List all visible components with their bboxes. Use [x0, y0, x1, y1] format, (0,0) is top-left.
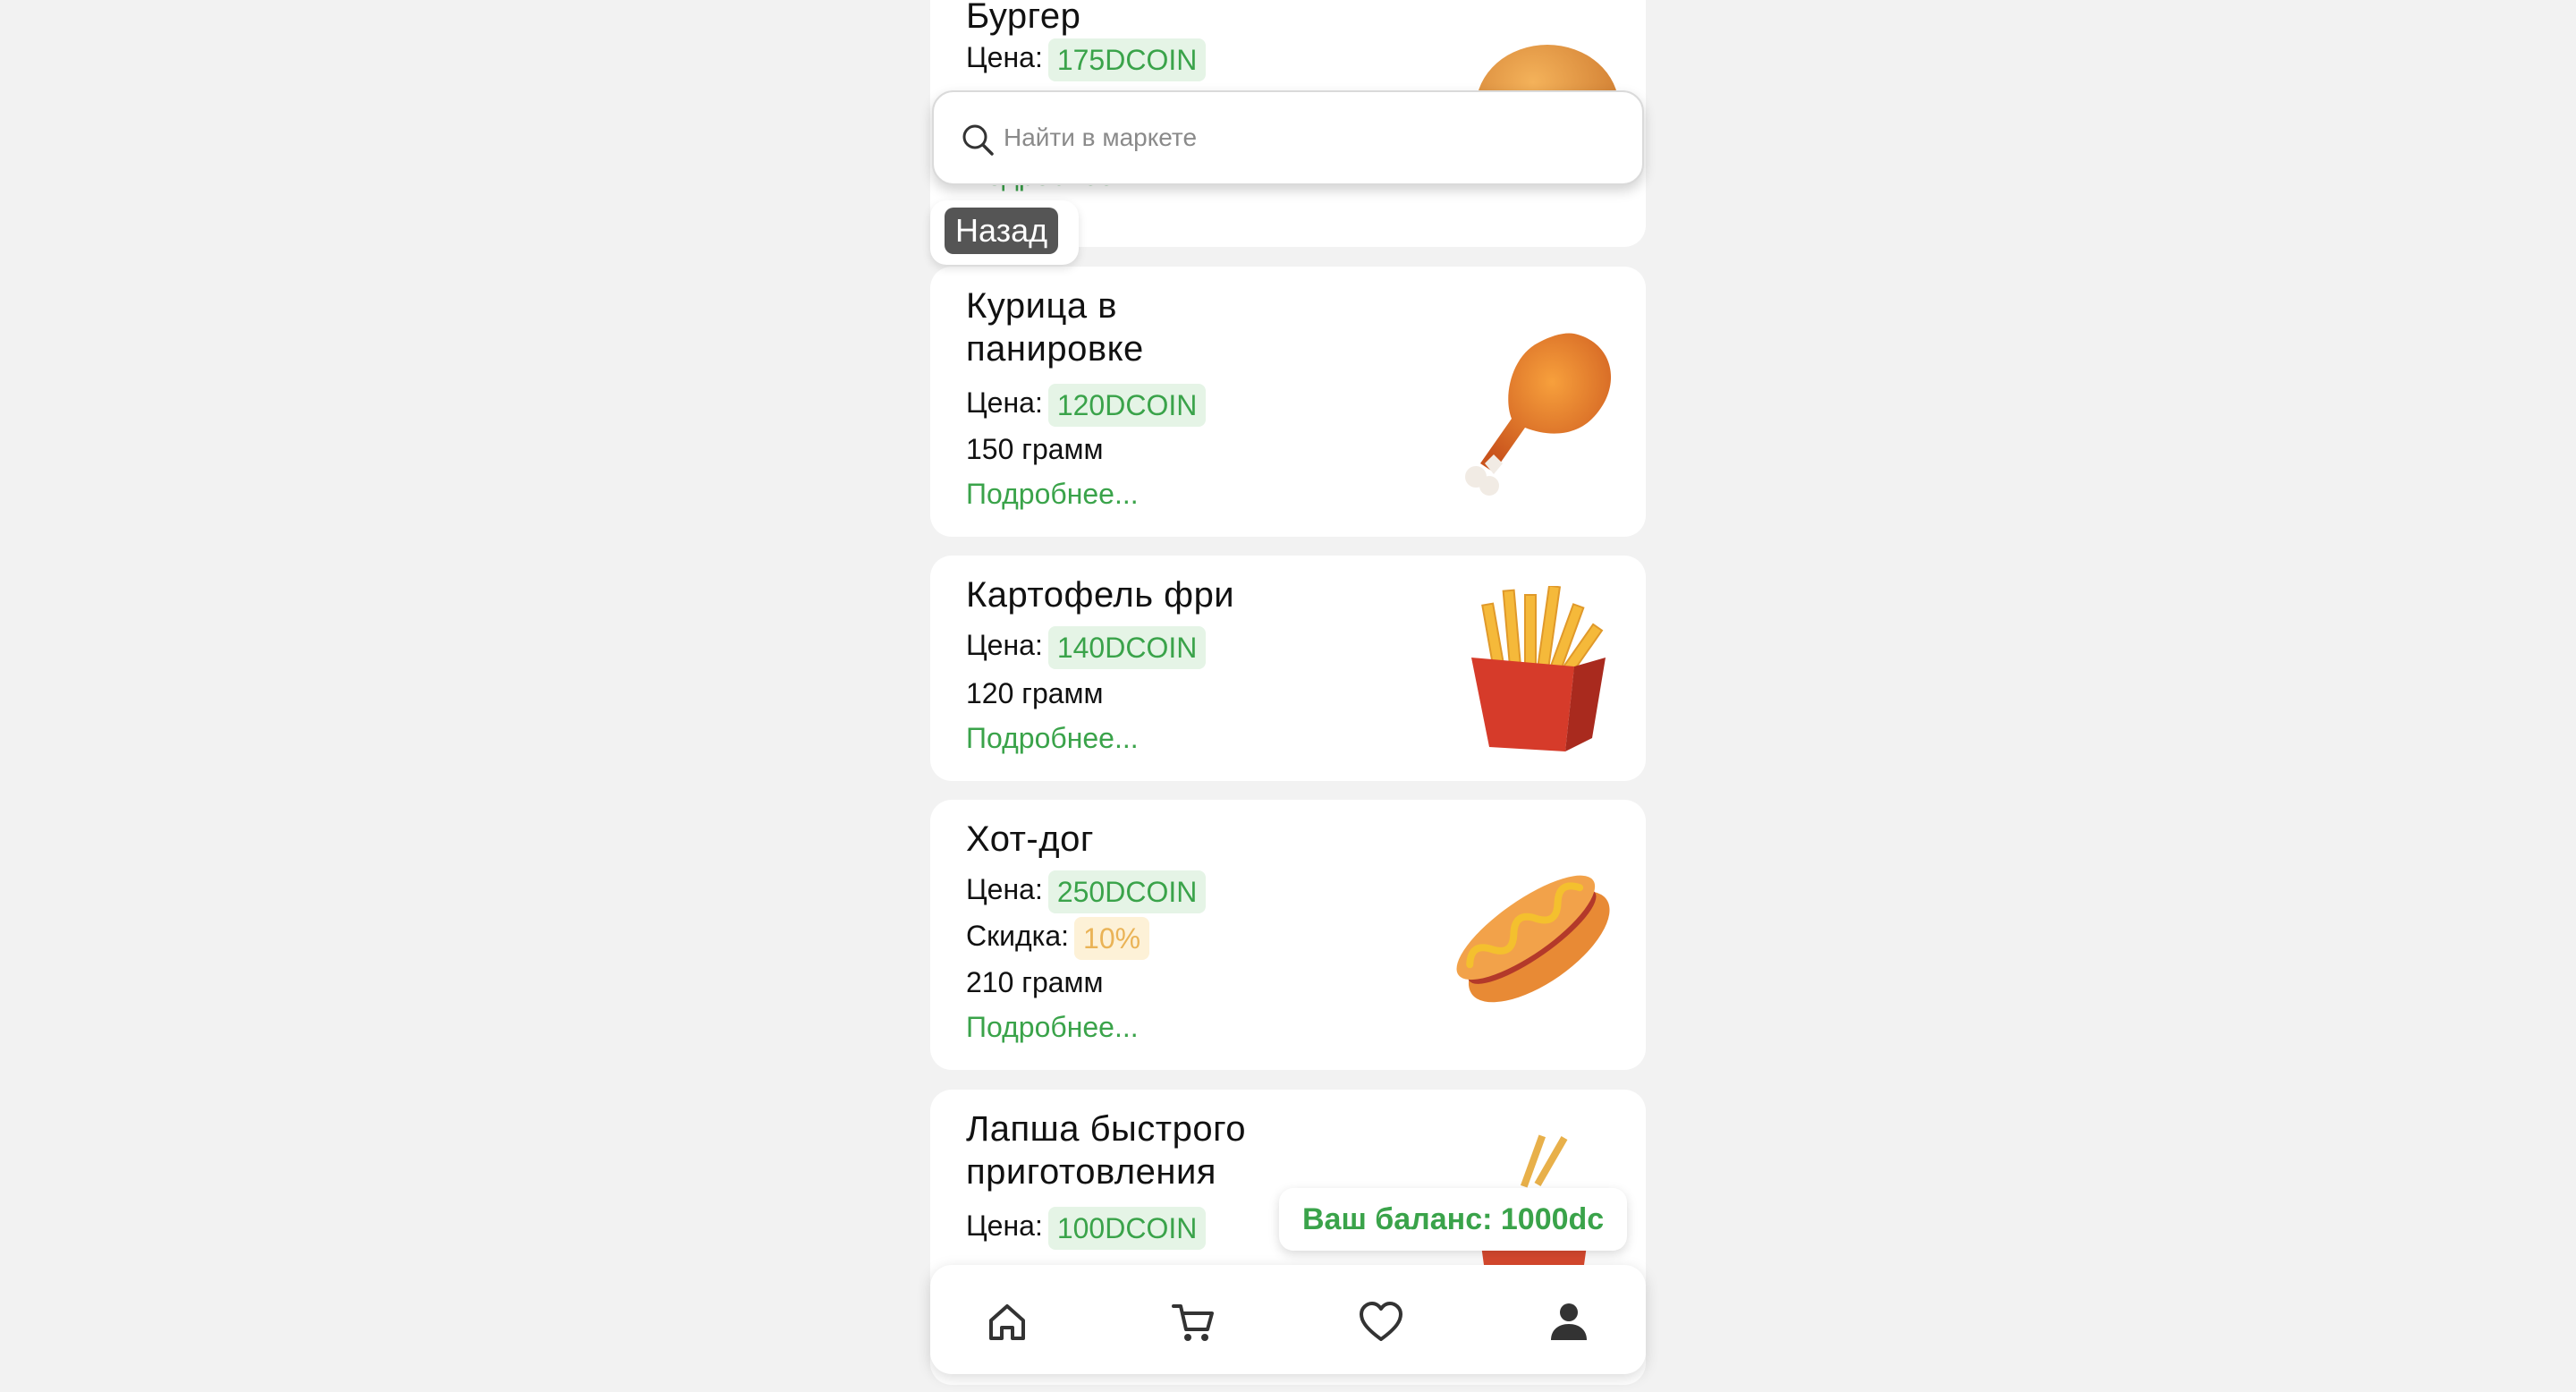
product-weight: 120 грамм	[966, 677, 1104, 709]
nav-favorites[interactable]	[1356, 1297, 1406, 1347]
price-badge: 175DCOIN	[1047, 38, 1207, 81]
price-label: Цена:	[966, 41, 1043, 73]
market-column: Бургер Цена:175DCOIN Подробнее... Курица…	[930, 0, 1646, 1392]
bottom-nav	[930, 1265, 1646, 1374]
product-card-fries[interactable]: Картофель фри Цена: 140DCOIN 120 грамм По…	[930, 556, 1646, 781]
hot-dog-image	[1456, 875, 1610, 1003]
home-icon	[989, 1304, 1025, 1340]
back-button[interactable]: Назад	[945, 208, 1059, 254]
product-weight: 150 грамм	[966, 433, 1104, 465]
product-card-chicken[interactable]: Курица в панировке Цена: 120DCOIN 150 гра…	[930, 267, 1646, 537]
product-discount-row: Скидка: 10%	[966, 916, 1150, 960]
user-icon	[1551, 1303, 1587, 1340]
product-price-row: Цена: 250DCOIN	[966, 870, 1207, 913]
search-input[interactable]: Найти в маркете	[1004, 120, 1197, 156]
product-name-line2: приготовления	[966, 1152, 1216, 1192]
product-weight: 210 грамм	[966, 966, 1104, 998]
product-name-line2: панировке	[966, 329, 1144, 369]
price-badge: 140DCOIN	[1047, 625, 1207, 669]
price-label: Цена:	[966, 629, 1043, 661]
search-icon	[962, 124, 994, 156]
product-price-row: Цена: 120DCOIN	[966, 383, 1207, 427]
french-fries-image	[1471, 586, 1606, 751]
product-name-line1: Курица в	[966, 286, 1117, 326]
price-label: Цена:	[966, 1210, 1043, 1242]
cart-icon	[1172, 1304, 1214, 1341]
back-button-container: Назад	[930, 200, 1079, 265]
product-name: Хот-дог	[966, 819, 1094, 859]
fried-chicken-image	[1465, 333, 1612, 496]
price-badge: 100DCOIN	[1047, 1206, 1207, 1250]
product-card-hotdog[interactable]: Хот-дог Цена: 250DCOIN Скидка: 10% 210 гра…	[930, 800, 1646, 1070]
product-price-row: Цена: 100DCOIN	[966, 1206, 1207, 1250]
nav-cart[interactable]	[1168, 1297, 1218, 1347]
nav-profile[interactable]	[1544, 1297, 1594, 1347]
product-name: Бургер	[966, 0, 1081, 36]
product-name: Картофель фри	[966, 575, 1235, 615]
discount-label: Скидка:	[966, 920, 1070, 952]
price-badge: 120DCOIN	[1047, 383, 1207, 427]
more-link[interactable]: Подробнее...	[966, 718, 1139, 758]
product-price-row: Цена: 140DCOIN	[966, 625, 1207, 669]
nav-home[interactable]	[982, 1297, 1032, 1347]
heart-icon	[1360, 1302, 1402, 1341]
product-name-line1: Лапша быстрого	[966, 1109, 1247, 1149]
product-price-row: Цена: 175DCOIN	[966, 38, 1207, 81]
discount-badge: 10%	[1074, 916, 1150, 960]
price-label: Цена:	[966, 386, 1043, 419]
more-link[interactable]: Подробнее...	[966, 474, 1139, 514]
price-badge: 250DCOIN	[1047, 870, 1207, 913]
search-bar[interactable]: Найти в маркете	[932, 90, 1644, 185]
more-link[interactable]: Подробнее...	[966, 1007, 1139, 1047]
balance-badge: Ваш баланс: 1000dc	[1279, 1188, 1628, 1251]
price-label: Цена:	[966, 873, 1043, 905]
